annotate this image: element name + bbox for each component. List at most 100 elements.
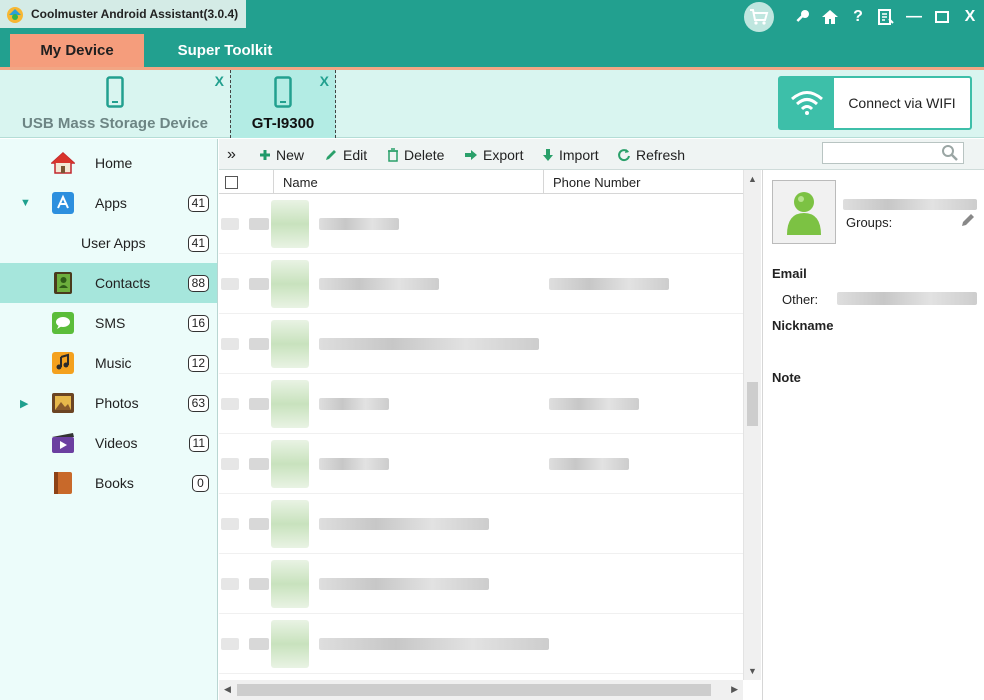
row-index: [249, 518, 269, 530]
scroll-left-icon[interactable]: ◀: [224, 684, 231, 695]
close-icon[interactable]: X: [956, 2, 984, 32]
plus-icon: [259, 149, 271, 161]
expand-arrow-icon[interactable]: ▼: [20, 197, 31, 209]
column-header-name[interactable]: Name: [274, 170, 544, 194]
sidebar-item-home[interactable]: Home: [0, 143, 217, 183]
row-checkbox[interactable]: [221, 638, 239, 650]
key-icon[interactable]: [788, 2, 816, 32]
app-logo-icon: [7, 7, 23, 23]
connect-wifi-button[interactable]: Connect via WIFI: [778, 76, 972, 130]
new-label: New: [276, 146, 305, 163]
row-checkbox[interactable]: [221, 458, 239, 470]
horizontal-scrollbar[interactable]: ◀ ▶: [219, 680, 743, 700]
sidebar-item-books[interactable]: Books 0: [0, 463, 217, 503]
contacts-list: [219, 194, 743, 680]
sidebar-item-label: Photos: [95, 395, 139, 411]
table-row[interactable]: [219, 614, 743, 674]
row-index: [249, 338, 269, 350]
main-tabs: My Device Super Toolkit: [0, 34, 984, 70]
row-checkbox[interactable]: [221, 338, 239, 350]
row-checkbox[interactable]: [221, 278, 239, 290]
scroll-down-icon[interactable]: ▼: [748, 666, 757, 676]
device-close-icon[interactable]: X: [320, 73, 329, 89]
scrollbar-thumb[interactable]: [237, 684, 711, 696]
table-row[interactable]: [219, 554, 743, 614]
row-checkbox[interactable]: [221, 398, 239, 410]
tab-my-device[interactable]: My Device: [10, 34, 144, 67]
row-index: [249, 638, 269, 650]
delete-button[interactable]: Delete: [387, 139, 444, 170]
help-icon[interactable]: ?: [844, 2, 872, 32]
sidebar-item-sms[interactable]: SMS 16: [0, 303, 217, 343]
pencil-icon: [324, 148, 338, 162]
export-arrow-icon: [464, 149, 478, 161]
tab-super-toolkit[interactable]: Super Toolkit: [160, 34, 290, 67]
groups-label: Groups:: [846, 215, 893, 230]
cart-icon[interactable]: [744, 2, 774, 32]
table-row[interactable]: [219, 374, 743, 434]
new-button[interactable]: New: [259, 139, 304, 170]
count-badge: 63: [187, 394, 209, 412]
title-bar: Coolmuster Android Assistant(3.0.4) ? — …: [0, 0, 984, 34]
sidebar-item-label: Music: [95, 355, 132, 371]
row-checkbox[interactable]: [221, 218, 239, 230]
home-icon[interactable]: [816, 2, 844, 32]
sidebar-item-user-apps[interactable]: User Apps 41: [0, 223, 217, 263]
row-index: [249, 278, 269, 290]
select-all-checkbox[interactable]: [225, 175, 238, 189]
sidebar-item-photos[interactable]: ▶ Photos 63: [0, 383, 217, 423]
avatar: [271, 380, 309, 428]
device-close-icon[interactable]: X: [215, 73, 224, 89]
contact-name: [319, 518, 489, 530]
contact-name: [319, 578, 489, 590]
sidebar-item-apps[interactable]: ▼ Apps 41: [0, 183, 217, 223]
device-tab-gt-i9300[interactable]: X GT-I9300: [230, 70, 336, 138]
import-button[interactable]: Import: [542, 139, 599, 170]
register-icon[interactable]: [872, 2, 900, 32]
search-icon[interactable]: [941, 144, 959, 162]
contact-name: [843, 199, 977, 210]
avatar: [271, 500, 309, 548]
contacts-icon: [50, 270, 76, 296]
title-box: Coolmuster Android Assistant(3.0.4): [0, 0, 246, 28]
note-section-title: Note: [772, 370, 801, 385]
row-checkbox[interactable]: [221, 518, 239, 530]
refresh-button[interactable]: Refresh: [617, 139, 685, 170]
phone-icon: [274, 76, 292, 108]
contact-photo[interactable]: [772, 180, 836, 244]
search-input[interactable]: [822, 142, 964, 164]
row-checkbox[interactable]: [221, 578, 239, 590]
maximize-icon[interactable]: [928, 2, 956, 32]
column-header-phone[interactable]: Phone Number: [544, 170, 743, 194]
expand-arrow-icon[interactable]: ▶: [20, 397, 28, 410]
music-icon: [50, 350, 76, 376]
refresh-label: Refresh: [636, 146, 686, 163]
scroll-up-icon[interactable]: ▲: [748, 174, 757, 184]
table-row[interactable]: [219, 194, 743, 254]
contact-name: [319, 458, 389, 470]
table-row[interactable]: [219, 434, 743, 494]
home-icon: [50, 150, 76, 176]
scroll-right-icon[interactable]: ▶: [731, 684, 738, 695]
device-tab-usb[interactable]: X USB Mass Storage Device: [0, 70, 230, 138]
sidebar-item-music[interactable]: Music 12: [0, 343, 217, 383]
sidebar-item-contacts[interactable]: Contacts 88: [0, 263, 217, 303]
sidebar-item-videos[interactable]: Videos 11: [0, 423, 217, 463]
count-badge: 12: [187, 354, 209, 372]
minimize-icon[interactable]: —: [900, 2, 928, 32]
vertical-scrollbar[interactable]: ▲ ▼: [743, 170, 761, 680]
scrollbar-thumb[interactable]: [747, 382, 758, 426]
table-row[interactable]: [219, 494, 743, 554]
apps-icon: [50, 190, 76, 216]
export-button[interactable]: Export: [464, 139, 523, 170]
count-badge: 0: [192, 474, 209, 492]
device-label-usb: USB Mass Storage Device: [22, 115, 208, 132]
sidebar-item-label: Books: [95, 475, 134, 491]
edit-pencil-icon[interactable]: [960, 212, 976, 228]
count-badge: 41: [187, 234, 209, 252]
collapse-sidebar-icon[interactable]: »: [227, 139, 236, 170]
edit-button[interactable]: Edit: [324, 139, 367, 170]
table-row[interactable]: [219, 254, 743, 314]
table-row[interactable]: [219, 314, 743, 374]
count-badge: 88: [187, 274, 209, 292]
